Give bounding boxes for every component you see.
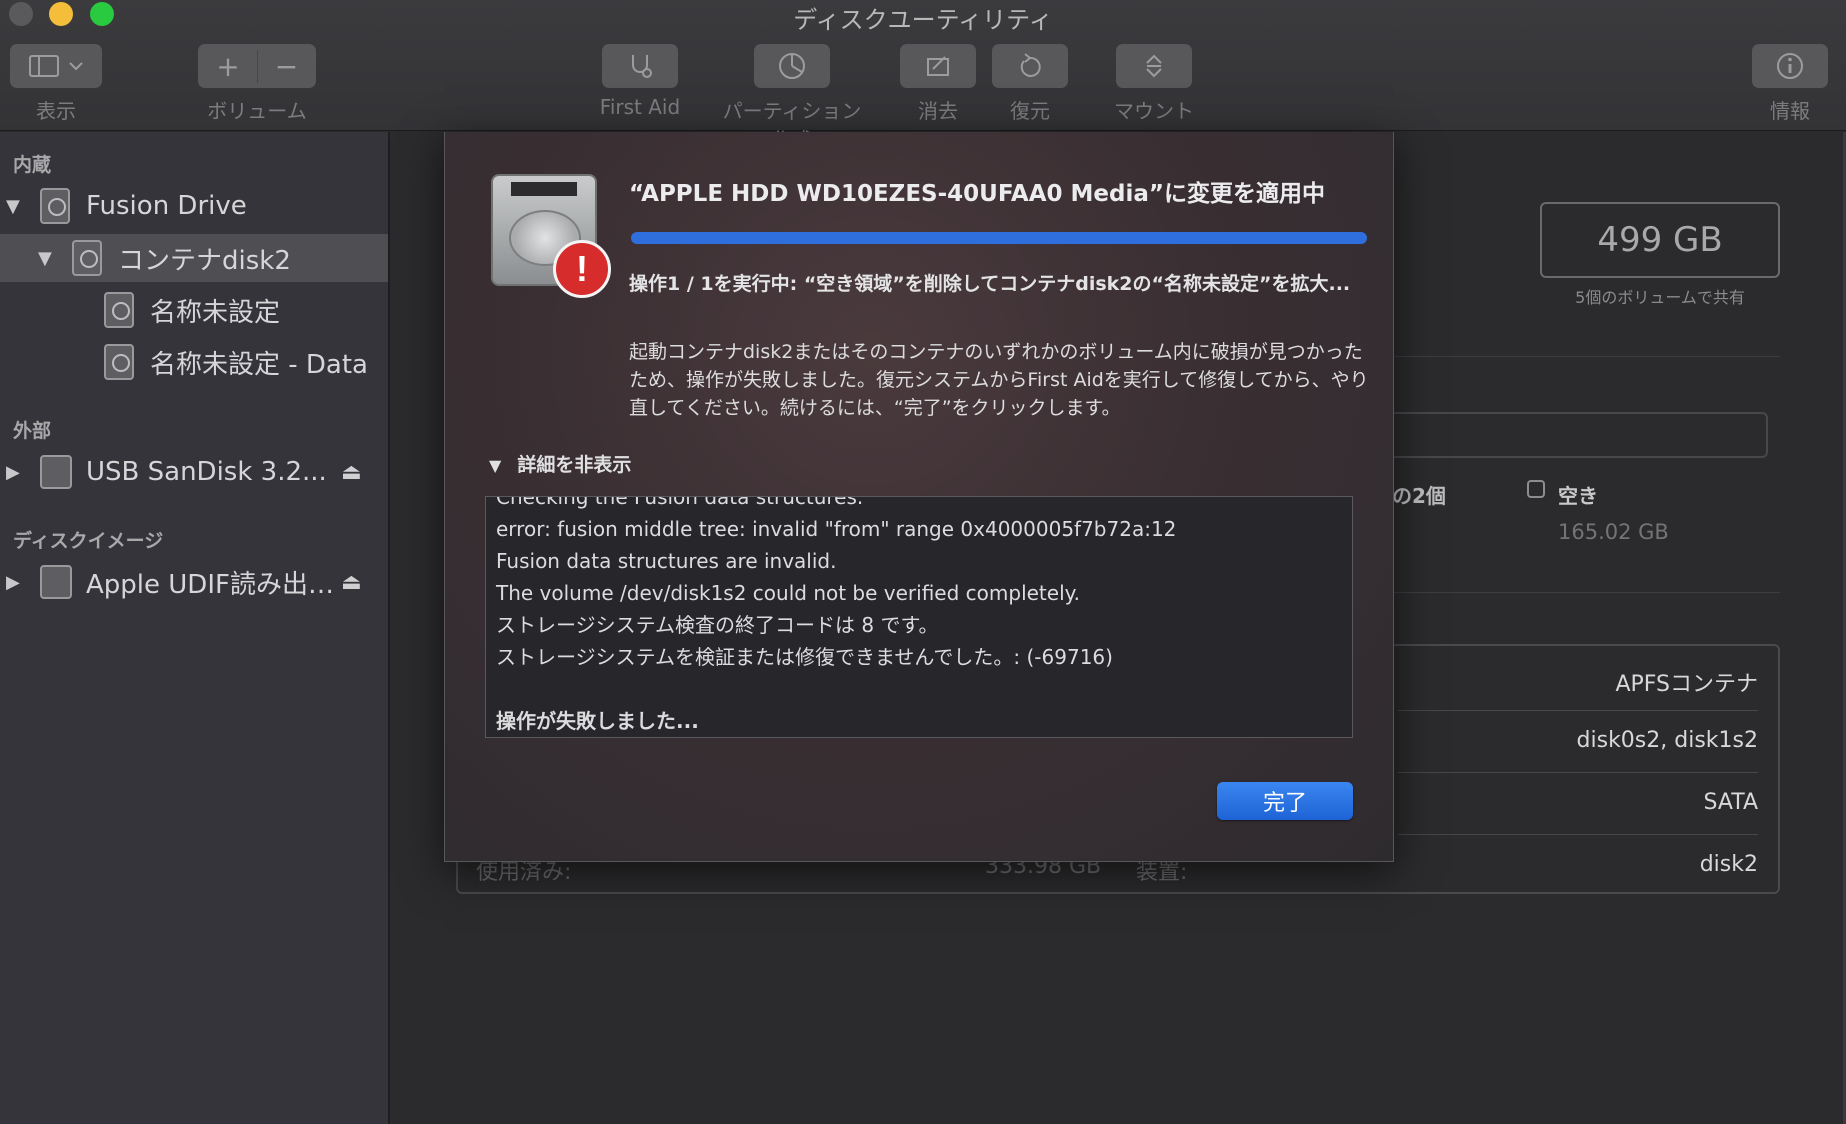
info-button[interactable]: [1752, 44, 1828, 88]
sidebar-item-fusion-drive[interactable]: ▼ Fusion Drive: [0, 182, 388, 230]
free-space-value: 165.02 GB: [1558, 520, 1669, 544]
sidebar-item-label: 名称未設定 - Data: [150, 349, 368, 380]
sidebar-section-internal: 内蔵: [13, 154, 52, 176]
sidebar: 内蔵 ▼ Fusion Drive ▼ コンテナdisk2 名称未設定 名称未設…: [0, 132, 390, 1124]
row-divider: [1398, 710, 1758, 711]
mount-icon: [1146, 54, 1162, 78]
window-title: ディスクユーティリティ: [793, 6, 1053, 34]
error-sheet-dialog: ! “APPLE HDD WD10EZES-40UFAA0 Media”に変更を…: [444, 132, 1394, 862]
divider: [1380, 356, 1780, 357]
partition-button[interactable]: [754, 44, 830, 88]
eject-icon[interactable]: ⏏: [341, 570, 362, 595]
internal-disk-icon: [40, 188, 70, 224]
erase-button[interactable]: [900, 44, 976, 88]
other-volumes-label: の2個: [1392, 484, 1446, 508]
done-button[interactable]: 完了: [1217, 782, 1353, 820]
disclosure-triangle-icon[interactable]: ▶: [6, 572, 20, 593]
disclosure-triangle-icon[interactable]: ▶: [6, 462, 20, 483]
dialog-subtitle: 操作1 / 1を実行中: “空き領域”を削除してコンテナdisk2の“名称未設定…: [629, 273, 1351, 295]
log-line: ストレージシステム検査の終了コードは 8 です。: [496, 613, 939, 637]
capacity-box: 499 GB: [1540, 202, 1780, 278]
info-value-device: disk2: [1699, 852, 1758, 877]
dialog-message: 起動コンテナdisk2またはそのコンテナのいずれかのボリューム内に破損が見つかっ…: [629, 341, 1369, 419]
sidebar-item-usb-sandisk[interactable]: ▶ USB SanDisk 3.2... ⏏: [0, 448, 388, 496]
log-line-failure: 操作が失敗しました...: [496, 709, 699, 733]
details-log[interactable]: Checking the Fusion data structures. err…: [485, 496, 1353, 738]
divider: [1380, 592, 1780, 593]
mount-label: マウント: [1114, 99, 1194, 123]
info-icon: [1777, 53, 1803, 79]
restore-button[interactable]: [992, 44, 1068, 88]
sidebar-item-label: Apple UDIF読み出…: [86, 569, 334, 600]
eject-icon[interactable]: ⏏: [341, 460, 362, 485]
info-value-type: APFSコンテナ: [1615, 672, 1758, 697]
usage-bar: [1380, 412, 1768, 458]
first-aid-button[interactable]: [602, 44, 678, 88]
container-disk-icon: [72, 240, 102, 276]
info-label: 情報: [1770, 99, 1810, 123]
free-space-legend-swatch: [1527, 480, 1545, 498]
row-divider: [1398, 772, 1758, 773]
log-line: ストレージシステムを検証または修復できませんでした。: (-69716): [496, 645, 1113, 669]
erase-icon: [927, 56, 949, 76]
pie-partition-icon: [779, 53, 805, 79]
mount-button[interactable]: [1116, 44, 1192, 88]
info-value-physical-stores: disk0s2, disk1s2: [1576, 728, 1758, 753]
sidebar-item-label: 名称未設定: [150, 297, 281, 328]
log-line: Fusion data structures are invalid.: [496, 549, 837, 573]
error-alert-icon: !: [553, 240, 611, 298]
sidebar-section-disk-images: ディスクイメージ: [13, 530, 164, 552]
details-toggle[interactable]: ▼ 詳細を非表示: [489, 450, 631, 477]
sidebar-item-label: コンテナdisk2: [118, 245, 291, 276]
first-aid-label: First Aid: [599, 95, 681, 119]
toolbar: ディスクユーティリティ 表示 + − ボリューム First Aid パーティシ…: [0, 0, 1846, 152]
info-value-connection: SATA: [1703, 790, 1759, 815]
remove-volume-icon[interactable]: −: [257, 49, 315, 83]
free-space-label: 空き: [1558, 484, 1598, 508]
sidebar-item-apple-udif[interactable]: ▶ Apple UDIF読み出… ⏏: [0, 558, 388, 606]
sidebar-item-label: Fusion Drive: [86, 191, 247, 221]
volume-icon: [104, 344, 134, 380]
disk-image-icon: [40, 565, 72, 599]
stethoscope-icon: [632, 55, 652, 78]
sidebar-section-external: 外部: [13, 420, 52, 442]
disclosure-triangle-icon[interactable]: ▼: [6, 196, 20, 217]
add-volume-icon[interactable]: +: [199, 50, 257, 83]
details-toggle-label: 詳細を非表示: [517, 454, 632, 476]
row-divider: [1398, 834, 1758, 835]
sidebar-item-untitled-data[interactable]: 名称未設定 - Data: [0, 338, 388, 386]
sidebar-item-container-disk2[interactable]: ▼ コンテナdisk2: [0, 234, 388, 282]
view-button[interactable]: [10, 44, 102, 88]
progress-bar: [631, 232, 1367, 244]
volume-label: ボリューム: [207, 99, 307, 123]
sidebar-item-untitled[interactable]: 名称未設定: [0, 286, 388, 334]
volume-buttons: + −: [198, 44, 316, 88]
log-line: Checking the Fusion data structures.: [496, 496, 864, 509]
log-line: error: fusion middle tree: invalid "from…: [496, 517, 1177, 541]
view-label: 表示: [36, 99, 76, 123]
disclosure-triangle-icon: ▼: [489, 456, 502, 475]
disclosure-triangle-icon[interactable]: ▼: [38, 248, 52, 269]
dialog-title: “APPLE HDD WD10EZES-40UFAA0 Media”に変更を適用…: [629, 181, 1325, 207]
sidebar-toggle-icon: [29, 55, 83, 77]
hard-disk-label-plate: [511, 182, 577, 196]
restore-arrow-icon: [1020, 53, 1041, 77]
sidebar-item-label: USB SanDisk 3.2...: [86, 457, 327, 487]
external-disk-icon: [40, 455, 72, 489]
volume-icon: [104, 292, 134, 328]
log-line: The volume /dev/disk1s2 could not be ver…: [496, 581, 1080, 605]
capacity-subtitle: 5個のボリュームで共有: [1575, 288, 1745, 307]
